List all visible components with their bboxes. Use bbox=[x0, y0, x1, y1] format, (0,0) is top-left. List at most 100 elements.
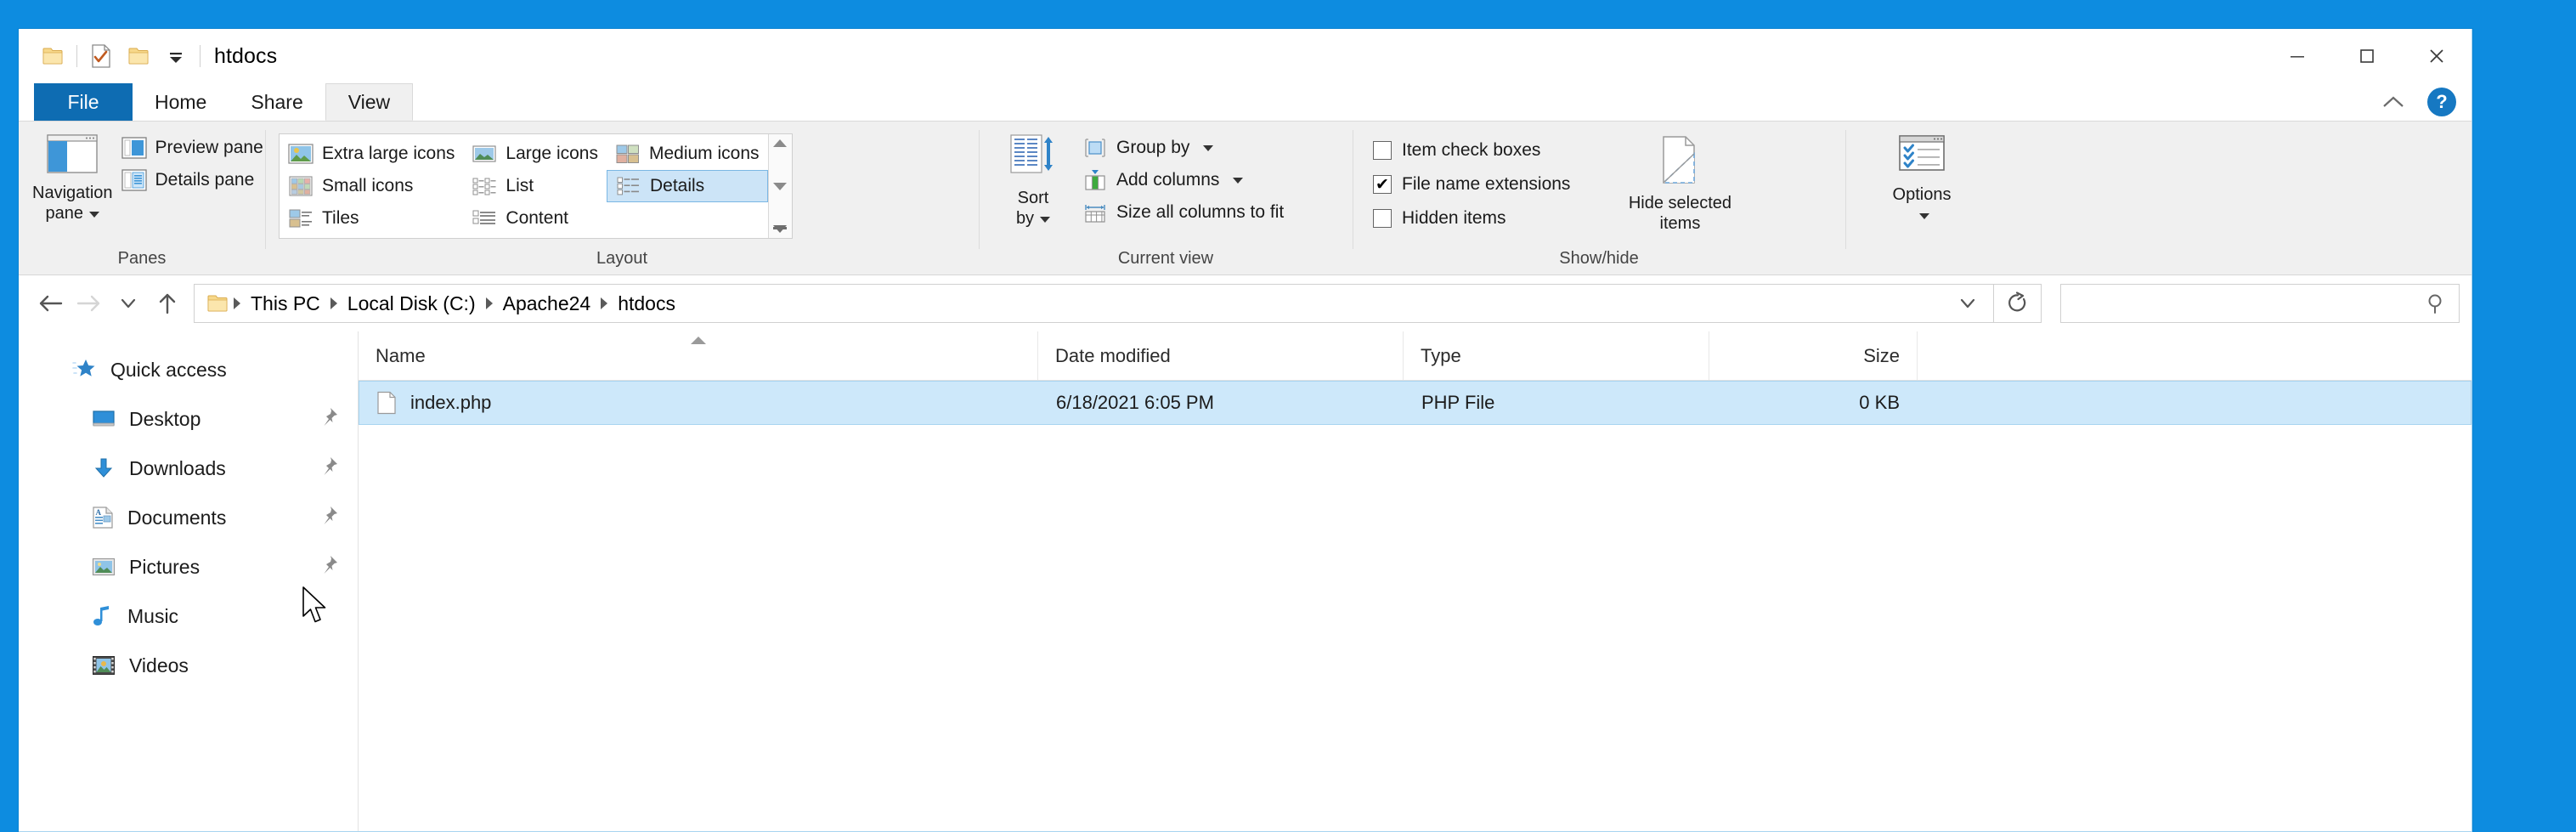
layout-col-2: Large icons List Content bbox=[463, 134, 607, 238]
chevron-up-icon[interactable] bbox=[2378, 87, 2409, 117]
gallery-scroll-down-icon[interactable] bbox=[773, 182, 788, 190]
item-check-boxes-row[interactable]: Item check boxes bbox=[1366, 133, 1577, 167]
breadcrumb-separator-icon[interactable] bbox=[234, 297, 240, 309]
pin-icon[interactable] bbox=[319, 406, 339, 432]
customize-dropdown-icon[interactable] bbox=[157, 37, 195, 75]
navigation-pane: Quick access Desktop Downloads A Documen… bbox=[19, 331, 359, 831]
layout-content[interactable]: Content bbox=[463, 202, 607, 235]
search-box[interactable] bbox=[2060, 284, 2460, 323]
layout-label: Large icons bbox=[506, 144, 598, 163]
star-icon bbox=[71, 358, 97, 382]
add-columns-button[interactable]: Add columns bbox=[1074, 164, 1292, 196]
tab-share[interactable]: Share bbox=[229, 83, 325, 121]
breadcrumb-bar[interactable]: This PC Local Disk (C:) Apache24 htdocs bbox=[194, 284, 1994, 323]
file-explorer-window: htdocs File Home Share View ? Navigation… bbox=[19, 29, 2472, 832]
sidebar-item-label: Pictures bbox=[129, 555, 201, 578]
tab-view[interactable]: View bbox=[325, 83, 414, 121]
breadcrumb-separator-icon[interactable] bbox=[601, 297, 608, 309]
breadcrumb-item-local-disk[interactable]: Local Disk (C:) bbox=[339, 292, 484, 315]
pictures-icon bbox=[92, 557, 116, 577]
size-all-columns-button[interactable]: Size all columns to fit bbox=[1074, 196, 1292, 229]
layout-extra-large-icons[interactable]: Extra large icons bbox=[280, 138, 463, 170]
sidebar-item-label: Videos bbox=[129, 654, 189, 676]
folder-icon[interactable] bbox=[34, 37, 71, 75]
sort-ascending-icon bbox=[690, 337, 706, 344]
file-name-extensions-checkbox[interactable]: ✔ bbox=[1373, 175, 1392, 194]
column-header-type[interactable]: Type bbox=[1404, 331, 1709, 380]
layout-gallery-scrollbar[interactable] bbox=[767, 134, 792, 238]
layout-small-icons[interactable]: Small icons bbox=[280, 170, 463, 202]
column-header-name[interactable]: Name bbox=[359, 331, 1038, 380]
item-check-boxes-label: Item check boxes bbox=[1402, 140, 1541, 160]
breadcrumb-item-this-pc[interactable]: This PC bbox=[242, 292, 329, 315]
layout-label: Tiles bbox=[322, 208, 359, 228]
close-button[interactable] bbox=[2402, 29, 2471, 83]
group-by-icon bbox=[1082, 137, 1108, 159]
sidebar-item-downloads[interactable]: Downloads bbox=[19, 444, 358, 493]
pin-icon[interactable] bbox=[319, 505, 339, 530]
add-columns-caret-icon[interactable] bbox=[1233, 177, 1244, 184]
layout-list[interactable]: List bbox=[463, 170, 607, 202]
back-button[interactable] bbox=[31, 284, 70, 323]
properties-icon[interactable] bbox=[82, 37, 120, 75]
group-by-button[interactable]: Group by bbox=[1074, 132, 1292, 164]
forward-button[interactable] bbox=[70, 284, 109, 323]
item-check-boxes-checkbox[interactable] bbox=[1373, 141, 1392, 160]
breadcrumb-item-htdocs[interactable]: htdocs bbox=[609, 292, 684, 315]
tiles-icon bbox=[288, 207, 314, 229]
navigation-pane-button[interactable]: Navigation pane bbox=[32, 128, 113, 224]
add-columns-label: Add columns bbox=[1116, 170, 1220, 190]
details-icon bbox=[616, 175, 641, 197]
recent-locations-button[interactable] bbox=[109, 284, 148, 323]
hidden-items-row[interactable]: Hidden items bbox=[1366, 201, 1577, 235]
layout-large-icons[interactable]: Large icons bbox=[463, 138, 607, 170]
svg-text:A: A bbox=[96, 508, 102, 517]
maximize-button[interactable] bbox=[2332, 29, 2402, 83]
column-header-date-modified[interactable]: Date modified bbox=[1038, 331, 1404, 380]
gallery-more-icon[interactable] bbox=[773, 225, 788, 233]
preview-pane-button[interactable]: Preview pane bbox=[113, 132, 272, 164]
breadcrumb-separator-icon[interactable] bbox=[330, 297, 337, 309]
sidebar-item-pictures[interactable]: Pictures bbox=[19, 542, 358, 591]
options-label: Options bbox=[1893, 184, 1951, 226]
options-button[interactable]: Options bbox=[1869, 128, 1974, 226]
show-hide-checkboxes: Item check boxes ✔ File name extensions … bbox=[1366, 128, 1577, 235]
pin-icon[interactable] bbox=[319, 554, 339, 580]
hide-selected-items-button[interactable]: Hide selected items bbox=[1599, 128, 1760, 235]
group-by-caret-icon[interactable] bbox=[1203, 144, 1214, 151]
refresh-button[interactable] bbox=[1994, 284, 2042, 323]
layout-tiles[interactable]: Tiles bbox=[280, 202, 463, 235]
qat-separator bbox=[76, 45, 77, 67]
table-row[interactable]: index.php 6/18/2021 6:05 PM PHP File 0 K… bbox=[359, 381, 2471, 425]
up-button[interactable] bbox=[148, 284, 187, 323]
sidebar-item-videos[interactable]: Videos bbox=[19, 641, 358, 690]
gallery-scroll-up-icon[interactable] bbox=[773, 139, 788, 147]
pin-icon[interactable] bbox=[319, 456, 339, 481]
layout-label: Details bbox=[649, 176, 705, 195]
tab-file[interactable]: File bbox=[34, 83, 133, 121]
layout-medium-icons[interactable]: Medium icons bbox=[607, 138, 768, 170]
breadcrumb-item-apache24[interactable]: Apache24 bbox=[494, 292, 600, 315]
sidebar-item-quick-access[interactable]: Quick access bbox=[19, 345, 358, 394]
sidebar-item-desktop[interactable]: Desktop bbox=[19, 394, 358, 444]
new-folder-icon[interactable] bbox=[120, 37, 157, 75]
previous-locations-dropdown[interactable] bbox=[1949, 285, 1986, 322]
sidebar-item-music[interactable]: Music bbox=[19, 591, 358, 641]
sidebar-item-documents[interactable]: A Documents bbox=[19, 493, 358, 542]
minimize-button[interactable] bbox=[2262, 29, 2332, 83]
column-header-label: Type bbox=[1421, 344, 1461, 366]
search-icon[interactable] bbox=[2425, 291, 2449, 315]
panes-group-label: Panes bbox=[117, 249, 167, 268]
breadcrumb-separator-icon[interactable] bbox=[485, 297, 493, 309]
sort-by-button[interactable]: Sort by bbox=[992, 128, 1074, 229]
tab-home[interactable]: Home bbox=[133, 83, 229, 121]
hidden-items-checkbox[interactable] bbox=[1373, 209, 1392, 228]
details-pane-button[interactable]: Details pane bbox=[113, 164, 272, 196]
file-date-cell: 6/18/2021 6:05 PM bbox=[1056, 392, 1214, 413]
layout-details[interactable]: Details bbox=[606, 170, 768, 202]
file-name-extensions-row[interactable]: ✔ File name extensions bbox=[1366, 167, 1577, 201]
help-button[interactable]: ? bbox=[2427, 88, 2456, 116]
music-icon bbox=[92, 604, 114, 628]
column-header-size[interactable]: Size bbox=[1709, 331, 1918, 380]
search-input[interactable] bbox=[2073, 292, 2425, 314]
